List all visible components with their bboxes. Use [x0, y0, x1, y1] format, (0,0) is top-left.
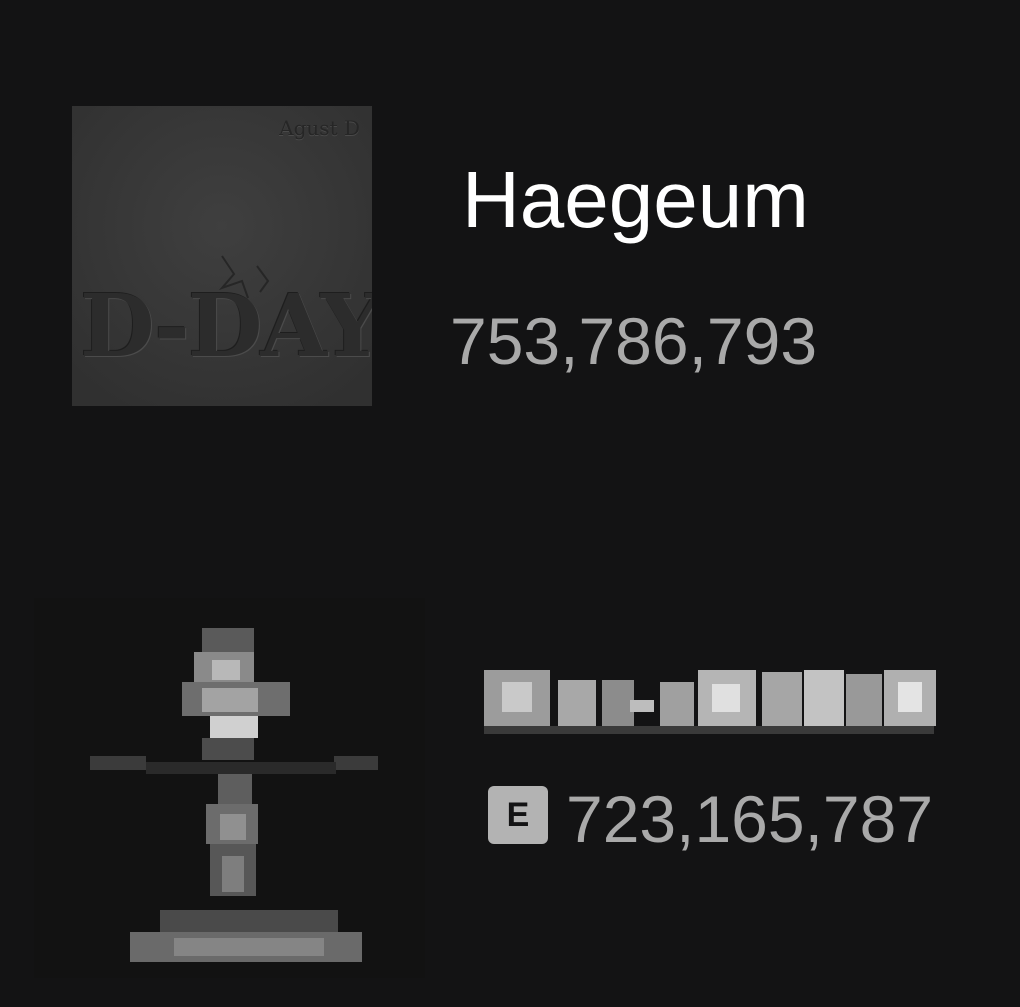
- obscured-track-title: [484, 670, 936, 734]
- play-count: 723,165,787: [566, 782, 934, 856]
- explicit-badge: E: [488, 786, 548, 844]
- cover-album-title: D-DAY: [80, 276, 372, 377]
- play-count: 753,786,793: [450, 304, 818, 378]
- track-title: Haegeum: [462, 155, 809, 244]
- pixelated-figure: [34, 598, 425, 978]
- album-cover: Agust D D-DAY: [72, 106, 372, 406]
- cover-artist-text: Agust D: [279, 116, 360, 140]
- album-cover-pixelated: [34, 598, 425, 978]
